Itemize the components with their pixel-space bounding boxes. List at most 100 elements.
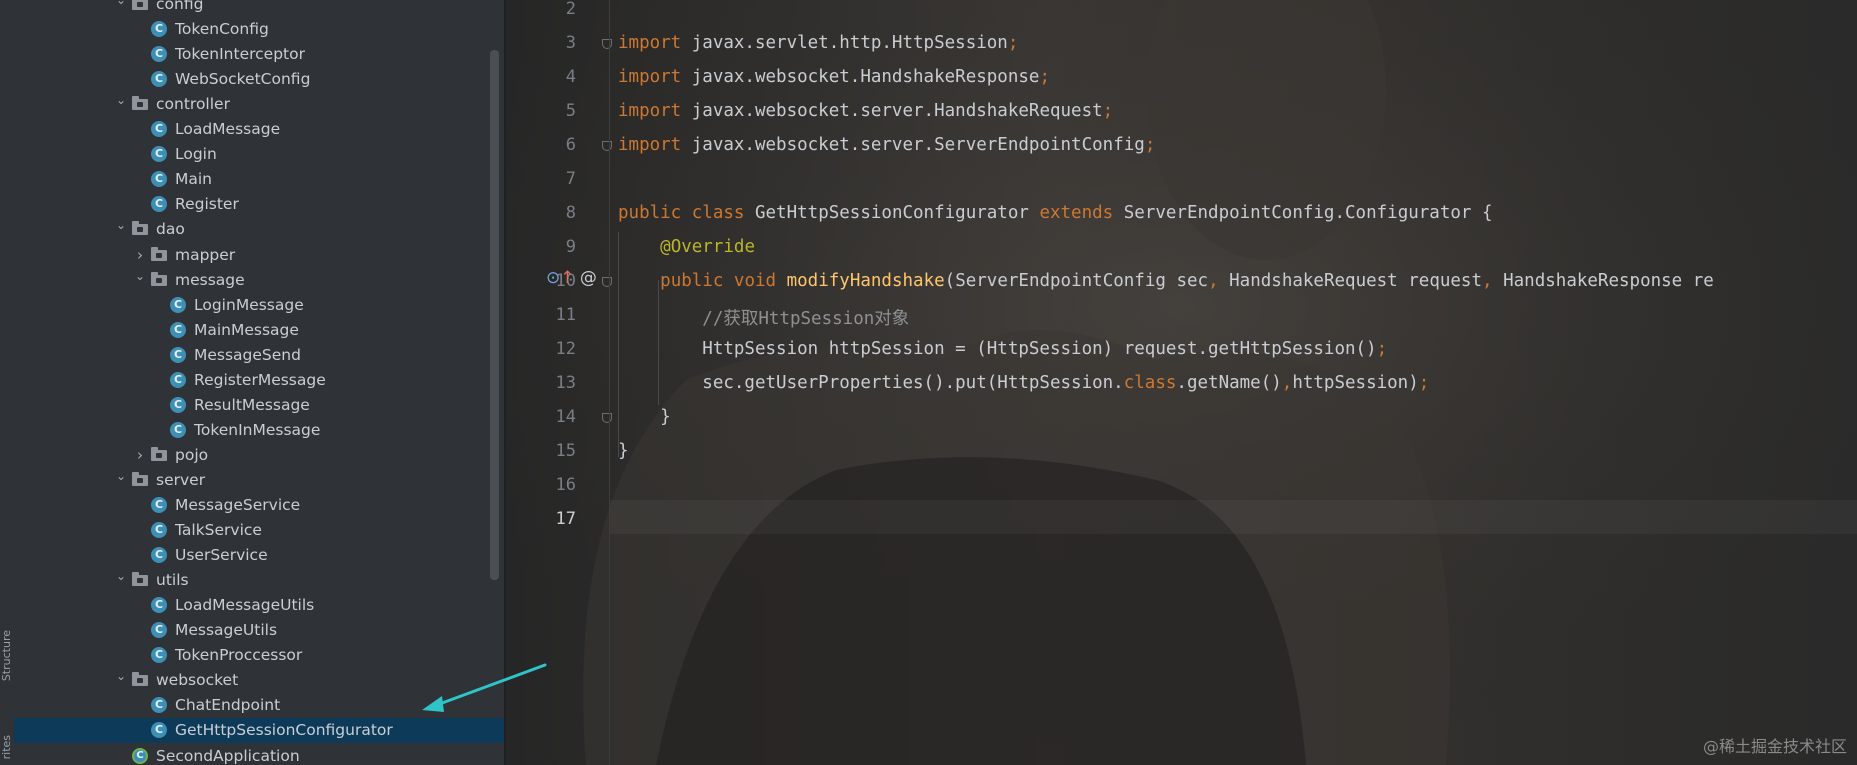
line-number[interactable]: 12 [506,339,576,359]
line-number[interactable]: 7 [506,169,576,189]
tree-file[interactable]: C MessageUtils [14,618,504,643]
tree-folder-utils[interactable]: ⌄ utils [14,568,504,593]
tree-file[interactable]: C Main [14,167,504,192]
package-folder-icon [151,271,167,286]
code-line[interactable]: import javax.websocket.server.ServerEndp… [618,135,1155,155]
fold-marker-icon[interactable] [602,39,612,49]
tree-item-label: TokenConfig [175,20,269,39]
project-tree: ⌄ config C TokenConfig C TokenInterceptor C Web… [14,0,504,765]
package-folder-icon [132,672,148,687]
implements-arrow-icon[interactable]: ↑ [560,268,574,288]
tree-item-label: mapper [175,245,236,264]
chevron-down-icon[interactable]: ⌄ [133,264,147,289]
java-class-icon: C [151,171,167,188]
java-class-icon: C [170,321,186,338]
tree-file[interactable]: C LoginMessage [14,293,504,318]
code-line[interactable]: } [618,441,629,461]
tree-file[interactable]: C LoadMessage [14,117,504,142]
line-number[interactable]: 8 [506,203,576,223]
code-line[interactable]: //获取HttpSession对象 [618,305,909,330]
tree-folder-message[interactable]: ⌄ message [14,268,504,293]
tree-file[interactable]: C MessageService [14,493,504,518]
tree-folder-pojo[interactable]: › pojo [14,443,504,468]
tree-folder-dao[interactable]: ⌄ dao [14,217,504,242]
line-number[interactable]: 6 [506,135,576,155]
tree-file[interactable]: C TokenInMessage [14,418,504,443]
tree-folder-mapper[interactable]: › mapper [14,243,504,268]
tree-file[interactable]: C TokenConfig [14,17,504,42]
fold-marker-icon[interactable] [602,277,612,287]
tree-folder-server[interactable]: ⌄ server [14,468,504,493]
line-number[interactable]: 2 [506,0,576,19]
tree-file[interactable]: C TalkService [14,518,504,543]
line-number[interactable]: 4 [506,67,576,87]
code-line[interactable]: import javax.websocket.HandshakeResponse… [618,67,1050,87]
tree-file[interactable]: C LoadMessageUtils [14,593,504,618]
tree-file[interactable]: C WebSocketConfig [14,67,504,92]
chevron-down-icon[interactable]: ⌄ [114,564,128,589]
code-line[interactable]: public class GetHttpSessionConfigurator … [618,203,1493,223]
chevron-down-icon[interactable]: ⌄ [114,0,128,13]
tree-file[interactable]: C Register [14,192,504,217]
tree-file[interactable]: C RegisterMessage [14,368,504,393]
chevron-down-icon[interactable]: ⌄ [114,464,128,489]
tree-file[interactable]: C UserService [14,543,504,568]
tree-item-label: ResultMessage [194,395,310,414]
chevron-right-icon[interactable]: › [133,443,147,468]
tree-item-label: GetHttpSessionConfigurator [175,721,393,740]
tree-item-label: Login [175,145,217,164]
tree-item-label: TokenInMessage [194,420,321,439]
line-number[interactable]: 17 [506,509,576,529]
override-marker-icon[interactable]: ⊙ [546,268,560,288]
line-number[interactable]: 3 [506,33,576,53]
tree-folder-controller[interactable]: ⌄ controller [14,92,504,117]
code-line[interactable]: } [618,407,671,427]
fold-marker-icon[interactable] [602,413,612,423]
tree-item-label: TokenProccessor [175,646,303,665]
tree-file[interactable]: C TokenInterceptor [14,42,504,67]
tree-scrollbar[interactable] [490,50,499,580]
structure-tab[interactable]: Structure [0,630,14,681]
code-line[interactable]: @Override [618,237,755,257]
tree-item-label: controller [156,95,230,114]
line-number[interactable]: 15 [506,441,576,461]
favorites-tab[interactable]: rites [0,735,14,759]
tree-file[interactable]: C SecondApplication [14,744,504,765]
package-folder-icon [132,471,148,486]
code-line[interactable]: import javax.servlet.http.HttpSession; [618,33,1018,53]
code-line[interactable]: sec.getUserProperties().put(HttpSession.… [618,373,1429,393]
line-number[interactable]: 16 [506,475,576,495]
java-class-icon: C [151,21,167,38]
code-line[interactable]: public void modifyHandshake(ServerEndpoi… [618,271,1714,291]
java-class-icon: C [170,371,186,388]
current-line-highlight [610,500,1857,534]
line-number[interactable]: 5 [506,101,576,121]
tree-item-label: utils [156,571,189,590]
annotation-at-icon[interactable]: @ [575,268,597,288]
line-number[interactable]: 14 [506,407,576,427]
chevron-down-icon[interactable]: ⌄ [114,213,128,238]
tree-item-label: SecondApplication [156,746,300,765]
java-class-icon: C [151,71,167,88]
tree-item-label: MessageSend [194,345,301,364]
tree-file[interactable]: C MessageSend [14,343,504,368]
line-number[interactable]: 11 [506,305,576,325]
editor-gutter[interactable]: 2 3 4 5 6 7 8 9 10 ⊙↑ @11 12 13 14 15 16 17 [506,0,612,765]
java-class-icon: C [151,196,167,213]
tree-item-label: LoadMessage [175,120,281,139]
tree-item-label: pojo [175,445,209,464]
tree-folder-config[interactable]: ⌄ config [14,0,504,17]
chevron-down-icon[interactable]: ⌄ [114,664,128,689]
line-number[interactable]: 9 [506,237,576,257]
code-line[interactable]: HttpSession httpSession = (HttpSession) … [618,339,1387,359]
tree-file[interactable]: C GetHttpSessionConfigurator [14,718,504,744]
chevron-down-icon[interactable]: ⌄ [114,88,128,113]
code-editor[interactable]: 2 3 4 5 6 7 8 9 10 ⊙↑ @11 12 13 14 15 16 17 import java… [506,0,1857,765]
code-line[interactable]: import javax.websocket.server.HandshakeR… [618,101,1113,121]
tree-file[interactable]: C Login [14,142,504,167]
tree-file[interactable]: C ResultMessage [14,393,504,418]
fold-marker-icon[interactable] [602,141,612,151]
line-number[interactable]: 13 [506,373,576,393]
tree-file[interactable]: C MainMessage [14,318,504,343]
gutter-separator [609,0,610,765]
